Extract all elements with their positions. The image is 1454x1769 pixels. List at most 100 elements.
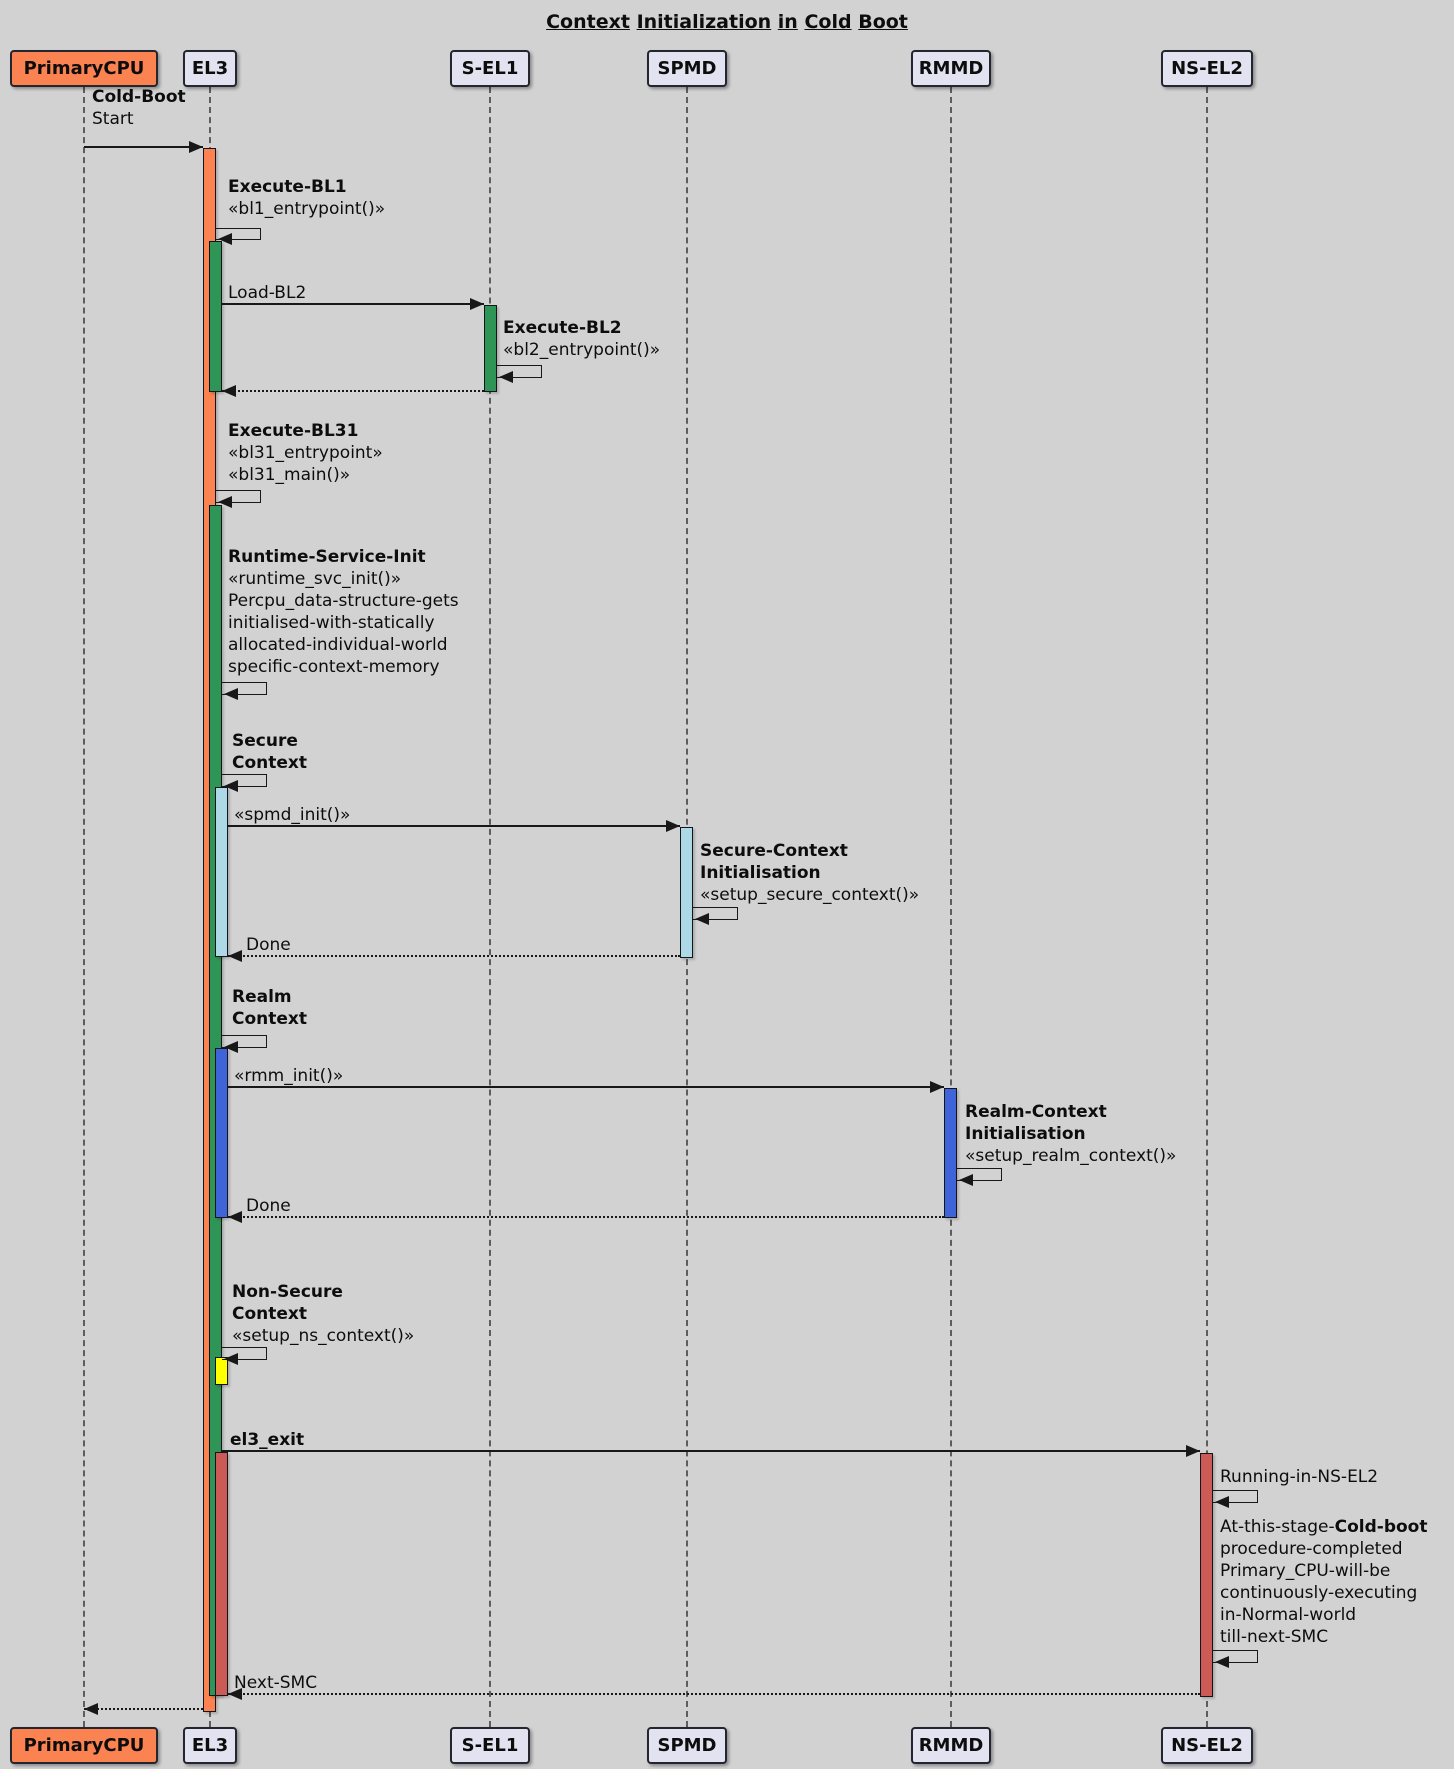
msg-rmmd-done-label: Done — [246, 1195, 291, 1217]
self-execute-bl1-label: Execute-BL1«bl1_entrypoint()» — [228, 176, 385, 220]
msg-el3-exit-label: el3_exit — [230, 1429, 304, 1451]
self-secure-context-text: Context — [232, 753, 307, 773]
self-execute-bl31-label: Execute-BL31«bl31_entrypoint»«bl31_main(… — [228, 420, 383, 486]
self-secure-context-init-text: Initialisation — [700, 863, 821, 883]
participant-box-ns-el2-top: NS-EL2 — [1161, 50, 1253, 87]
participant-box-el3-top: EL3 — [183, 50, 237, 87]
msg-spmd-init-text: «spmd_init()» — [234, 805, 350, 825]
msg-next-smc-text: Next-SMC — [234, 1673, 317, 1693]
msg-cold-boot-start — [84, 146, 203, 148]
msg-load-bl2-text: Load-BL2 — [228, 283, 306, 303]
self-running-in-nsel2-arrowhead-icon — [1215, 1496, 1229, 1508]
msg-rmm-init-label: «rmm_init()» — [234, 1065, 343, 1087]
self-running-in-nsel2-text: Running-in-NS-EL2 — [1220, 1467, 1378, 1487]
self-coldboot-complete-text: Primary_CPU-will-be — [1220, 1561, 1390, 1581]
msg-el3-exit-text: el3_exit — [230, 1430, 304, 1450]
self-non-secure-context-text: Non-Secure — [232, 1282, 343, 1302]
lifeline-primary-cpu — [83, 87, 85, 1727]
self-execute-bl31-text: «bl31_main()» — [228, 465, 350, 485]
self-execute-bl31-text: «bl31_entrypoint» — [228, 443, 383, 463]
self-coldboot-complete-text: procedure-completed — [1220, 1539, 1403, 1559]
msg-spmd-done-arrowhead-icon — [228, 950, 242, 962]
participant-box-primary-cpu-top: PrimaryCPU — [10, 50, 158, 87]
self-secure-context-init-text: Secure-Context — [700, 841, 848, 861]
self-realm-context-init-text: «setup_realm_context()» — [965, 1146, 1176, 1166]
rmmd-bar — [944, 1088, 957, 1218]
self-coldboot-complete-label: At-this-stage-Cold-bootprocedure-complet… — [1220, 1516, 1427, 1648]
msg-rmmd-done-text: Done — [246, 1196, 291, 1216]
msg-spmd-init-label: «spmd_init()» — [234, 804, 350, 826]
participant-box-spmd-bottom: SPMD — [647, 1727, 727, 1764]
el3-realm-ctx-bar — [215, 1048, 228, 1218]
el3-exit-bar — [215, 1452, 228, 1696]
msg-next-smc-label: Next-SMC — [234, 1672, 317, 1694]
msg-rmmd-done-arrowhead-icon — [228, 1211, 242, 1223]
self-coldboot-complete-text: continuously-executing — [1220, 1583, 1417, 1603]
self-runtime-service-init-label: Runtime-Service-Init«runtime_svc_init()»… — [228, 546, 459, 678]
title-word: in — [778, 11, 798, 33]
msg-rmm-init-text: «rmm_init()» — [234, 1066, 343, 1086]
self-execute-bl2-text: «bl2_entrypoint()» — [503, 340, 660, 360]
self-runtime-service-init-text: Runtime-Service-Init — [228, 547, 426, 567]
self-secure-context-text: Secure — [232, 731, 298, 751]
msg-spmd-done — [228, 955, 680, 957]
msg-next-smc — [228, 1693, 1200, 1695]
self-execute-bl2-label: Execute-BL2«bl2_entrypoint()» — [503, 317, 660, 361]
self-non-secure-context-label: Non-SecureContext«setup_ns_context()» — [232, 1281, 414, 1347]
self-secure-context-init-arrowhead-icon — [695, 913, 709, 925]
self-realm-context-init-text: Initialisation — [965, 1124, 1086, 1144]
title-word: Boot — [858, 11, 908, 33]
self-realm-context-init-label: Realm-ContextInitialisation«setup_realm_… — [965, 1101, 1176, 1167]
title-word: Initialization — [637, 11, 772, 33]
self-realm-context-init-arrowhead-icon — [959, 1174, 973, 1186]
self-realm-context-init-text: Realm-Context — [965, 1102, 1107, 1122]
self-execute-bl2-arrowhead-icon — [499, 371, 513, 383]
self-runtime-service-init-text: specific-context-memory — [228, 657, 440, 677]
msg-cold-boot-start-arrowhead-icon — [189, 141, 203, 153]
self-execute-bl1-arrowhead-icon — [218, 233, 232, 245]
msg-bl2-return — [222, 390, 484, 392]
msg-rmm-init-arrowhead-icon — [930, 1081, 944, 1093]
participant-box-el3-bottom: EL3 — [183, 1727, 237, 1764]
self-realm-context-text: Context — [232, 1009, 307, 1029]
self-realm-context-label: RealmContext — [232, 986, 307, 1030]
msg-load-bl2-label: Load-BL2 — [228, 282, 306, 304]
title-word: Context — [546, 11, 630, 33]
participant-box-spmd-top: SPMD — [647, 50, 727, 87]
sel1-bl2-bar — [484, 305, 497, 392]
msg-spmd-init-arrowhead-icon — [666, 820, 680, 832]
self-realm-context-text: Realm — [232, 987, 292, 1007]
self-coldboot-complete-text: till-next-SMC — [1220, 1627, 1328, 1647]
self-execute-bl1-text: «bl1_entrypoint()» — [228, 199, 385, 219]
msg-load-bl2-arrowhead-icon — [470, 298, 484, 310]
msg-rmmd-done — [228, 1216, 944, 1218]
self-runtime-service-init-arrowhead-icon — [224, 688, 238, 700]
self-coldboot-complete-text: At-this-stage- — [1220, 1517, 1335, 1537]
msg-final-return — [84, 1708, 203, 1710]
msg-spmd-done-text: Done — [246, 935, 291, 955]
diagram-title: Context Initialization in Cold Boot — [0, 11, 1454, 33]
title-word: Cold — [804, 11, 851, 33]
self-coldboot-complete-text: Cold-boot — [1335, 1517, 1428, 1537]
participant-box-s-el1-top: S-EL1 — [450, 50, 530, 87]
self-secure-context-init-label: Secure-ContextInitialisation«setup_secur… — [700, 840, 919, 906]
self-non-secure-context-text: «setup_ns_context()» — [232, 1326, 414, 1346]
self-coldboot-complete-text: in-Normal-world — [1220, 1605, 1356, 1625]
self-running-in-nsel2-label: Running-in-NS-EL2 — [1220, 1466, 1378, 1488]
participant-box-ns-el2-bottom: NS-EL2 — [1161, 1727, 1253, 1764]
self-execute-bl2-text: Execute-BL2 — [503, 318, 622, 338]
self-execute-bl1-text: Execute-BL1 — [228, 177, 347, 197]
self-non-secure-context-text: Context — [232, 1304, 307, 1324]
el3-bl1-bar — [209, 241, 222, 392]
msg-cold-boot-start-text: Cold-Boot — [92, 87, 186, 107]
msg-cold-boot-start-label: Cold-BootStart — [92, 86, 186, 130]
self-secure-context-arrowhead-icon — [224, 780, 238, 792]
msg-spmd-done-label: Done — [246, 934, 291, 956]
self-runtime-service-init-text: allocated-individual-world — [228, 635, 448, 655]
lifeline-rmmd — [950, 87, 952, 1727]
self-secure-context-label: SecureContext — [232, 730, 307, 774]
self-runtime-service-init-text: «runtime_svc_init()» — [228, 569, 401, 589]
self-execute-bl31-text: Execute-BL31 — [228, 421, 358, 441]
nsel2-bar — [1200, 1453, 1213, 1697]
el3-secure-ctx-bar — [215, 787, 228, 957]
